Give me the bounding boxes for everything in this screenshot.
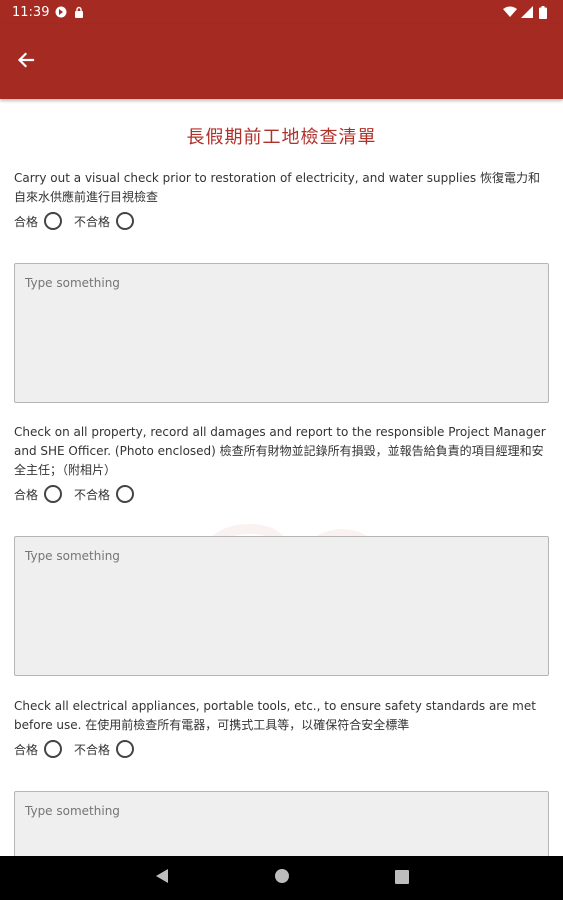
wifi-icon bbox=[503, 6, 517, 18]
pass-label: 合格 bbox=[14, 487, 39, 502]
nav-home-icon bbox=[274, 868, 290, 888]
question-text: Check all electrical appliances, portabl… bbox=[14, 699, 536, 732]
status-right bbox=[503, 6, 551, 19]
remark-input[interactable] bbox=[14, 536, 549, 676]
pass-fail-group: 合格 不合格 bbox=[14, 740, 549, 758]
fail-radio[interactable] bbox=[116, 485, 135, 503]
pass-fail-group: 合格 不合格 bbox=[14, 485, 549, 503]
status-bar: 11:39 bbox=[0, 0, 563, 24]
checklist-item-1: Carry out a visual check prior to restor… bbox=[14, 169, 549, 230]
remark-input[interactable] bbox=[14, 263, 549, 403]
nav-home-button[interactable] bbox=[270, 866, 294, 890]
checklist-item-2: Check on all property, record all damage… bbox=[14, 423, 549, 503]
status-time: 11:39 bbox=[12, 4, 50, 20]
nav-recents-button[interactable] bbox=[390, 866, 414, 890]
fail-label: 不合格 bbox=[74, 742, 111, 757]
nav-back-button[interactable] bbox=[150, 866, 174, 890]
battery-icon bbox=[539, 6, 551, 19]
remark-input[interactable] bbox=[14, 791, 549, 856]
page-title: 長假期前工地檢查清單 bbox=[186, 127, 377, 148]
fail-label: 不合格 bbox=[74, 487, 111, 502]
notification-app-icon bbox=[55, 6, 67, 18]
lock-icon bbox=[73, 6, 85, 18]
status-left: 11:39 bbox=[12, 5, 85, 20]
pass-label: 合格 bbox=[14, 214, 39, 229]
signal-icon bbox=[521, 6, 533, 18]
back-button[interactable] bbox=[10, 46, 42, 78]
pass-radio[interactable] bbox=[44, 740, 63, 758]
nav-back-icon bbox=[155, 868, 169, 888]
checklist-content[interactable]: 長假期前工地檢查清單 Carry out a visual check prio… bbox=[0, 99, 563, 856]
fail-radio[interactable] bbox=[116, 212, 135, 230]
checklist-item-3: Check all electrical appliances, portabl… bbox=[14, 697, 549, 758]
fail-radio[interactable] bbox=[116, 740, 135, 758]
system-nav-bar bbox=[0, 856, 563, 900]
pass-label: 合格 bbox=[14, 742, 39, 757]
question-text: Carry out a visual check prior to restor… bbox=[14, 171, 540, 204]
pass-radio[interactable] bbox=[44, 212, 63, 230]
pass-radio[interactable] bbox=[44, 485, 63, 503]
fail-label: 不合格 bbox=[74, 214, 111, 229]
question-text: Check on all property, record all damage… bbox=[14, 425, 546, 477]
nav-recents-icon bbox=[394, 869, 409, 888]
pass-fail-group: 合格 不合格 bbox=[14, 212, 549, 230]
arrow-left-icon bbox=[16, 50, 36, 74]
app-bar bbox=[0, 24, 563, 99]
